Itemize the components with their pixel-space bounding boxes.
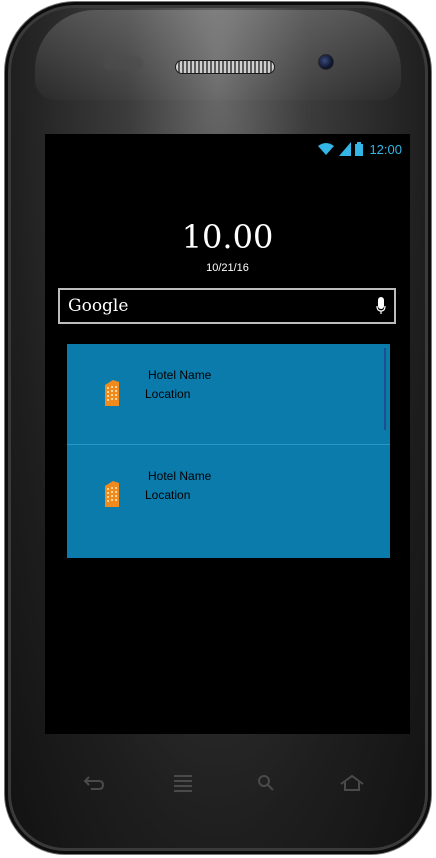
google-search-bar[interactable]: Google — [58, 288, 396, 324]
hotel-name: Hotel Name — [148, 469, 212, 483]
battery-icon — [355, 142, 364, 156]
phone-gloss — [35, 10, 401, 100]
hotel-location: Location — [145, 387, 191, 401]
google-logo: Google — [68, 296, 129, 316]
list-item[interactable]: Hotel Name Location — [67, 445, 390, 545]
signal-icon — [339, 142, 352, 156]
hotel-building-icon — [105, 481, 119, 507]
hotel-list[interactable]: Hotel Name Location Hotel Name Location — [67, 344, 390, 558]
list-scrollbar[interactable] — [384, 348, 386, 430]
hotel-location: Location — [145, 488, 191, 502]
front-camera — [318, 54, 334, 70]
hotel-name: Hotel Name — [148, 368, 212, 382]
microphone-icon[interactable] — [376, 297, 386, 315]
list-item[interactable]: Hotel Name Location — [67, 344, 390, 444]
status-time: 12:00 — [369, 141, 402, 157]
hardware-nav-bar — [60, 765, 376, 801]
back-icon — [83, 776, 105, 790]
hotel-building-icon — [105, 380, 119, 406]
wifi-icon — [318, 143, 335, 155]
back-button[interactable] — [74, 765, 114, 801]
menu-button[interactable] — [163, 765, 203, 801]
search-button[interactable] — [246, 765, 286, 801]
status-bar: 12:00 — [317, 140, 402, 158]
menu-icon — [174, 775, 192, 792]
home-icon — [340, 774, 364, 791]
home-button[interactable] — [332, 765, 372, 801]
earpiece-speaker — [175, 60, 275, 74]
proximity-sensor — [103, 56, 143, 70]
home-screen: 12:00 10.00 10/21/16 Google Hotel Name L… — [45, 134, 410, 734]
clock-time: 10.00 — [181, 218, 274, 256]
search-icon — [258, 775, 274, 791]
clock-date: 10/21/16 — [206, 262, 249, 274]
